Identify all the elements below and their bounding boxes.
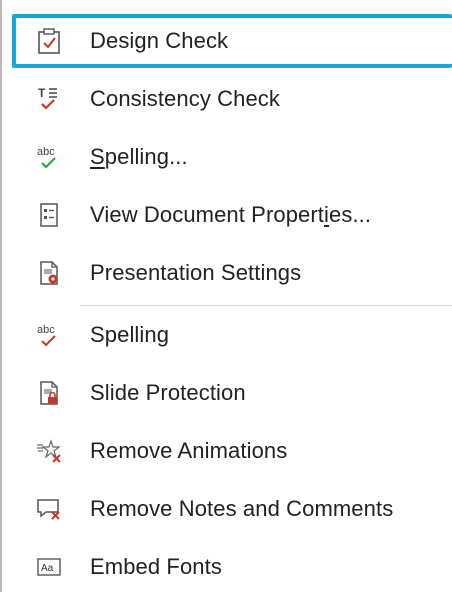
tools-menu: Design Check T Consistency Check abc Spe… [0,0,452,592]
text-consistency-check-icon: T [34,84,64,114]
slide-lock-icon [34,378,64,408]
menu-item-label: Presentation Settings [90,260,302,285]
menu-item-view-document-properties[interactable]: View Document Properties... [12,188,452,242]
remove-comments-icon [34,494,64,524]
menu-item-design-check[interactable]: Design Check [12,14,452,68]
menu-item-remove-animations[interactable]: Remove Animations [12,424,452,478]
menu-item-presentation-settings[interactable]: Presentation Settings [12,246,452,300]
remove-animations-icon [34,436,64,466]
svg-text:abc: abc [37,146,55,158]
clipboard-check-icon [34,26,64,56]
embed-fonts-icon: Aa [34,552,64,582]
document-properties-icon [34,200,64,230]
menu-item-slide-protection[interactable]: Slide Protection [12,366,452,420]
menu-item-label: Slide Protection [90,380,246,405]
menu-item-consistency-check[interactable]: T Consistency Check [12,72,452,126]
menu-item-label: Remove Animations [90,438,288,463]
menu-left-border [0,0,2,592]
menu-item-spelling-dialog[interactable]: abc Spelling... [12,130,452,184]
svg-text:abc: abc [37,324,55,336]
menu-item-remove-notes-comments[interactable]: Remove Notes and Comments [12,482,452,536]
svg-text:Aa: Aa [41,563,54,574]
menu-item-label: View Document Properties... [90,202,372,227]
menu-item-label: Spelling... [90,144,188,169]
menu-item-spelling[interactable]: abc Spelling [12,308,452,362]
abc-red-check-icon: abc [34,320,64,350]
menu-item-label: Remove Notes and Comments [90,496,394,521]
menu-separator [80,305,452,306]
menu-item-embed-fonts[interactable]: Aa Embed Fonts [12,540,452,594]
menu-item-label: Design Check [90,28,229,53]
menu-item-label: Embed Fonts [90,554,222,579]
menu-item-label: Consistency Check [90,86,280,111]
presentation-settings-icon [34,258,64,288]
svg-text:T: T [38,86,46,100]
menu-item-label: Spelling [90,322,170,347]
abc-green-check-icon: abc [34,142,64,172]
